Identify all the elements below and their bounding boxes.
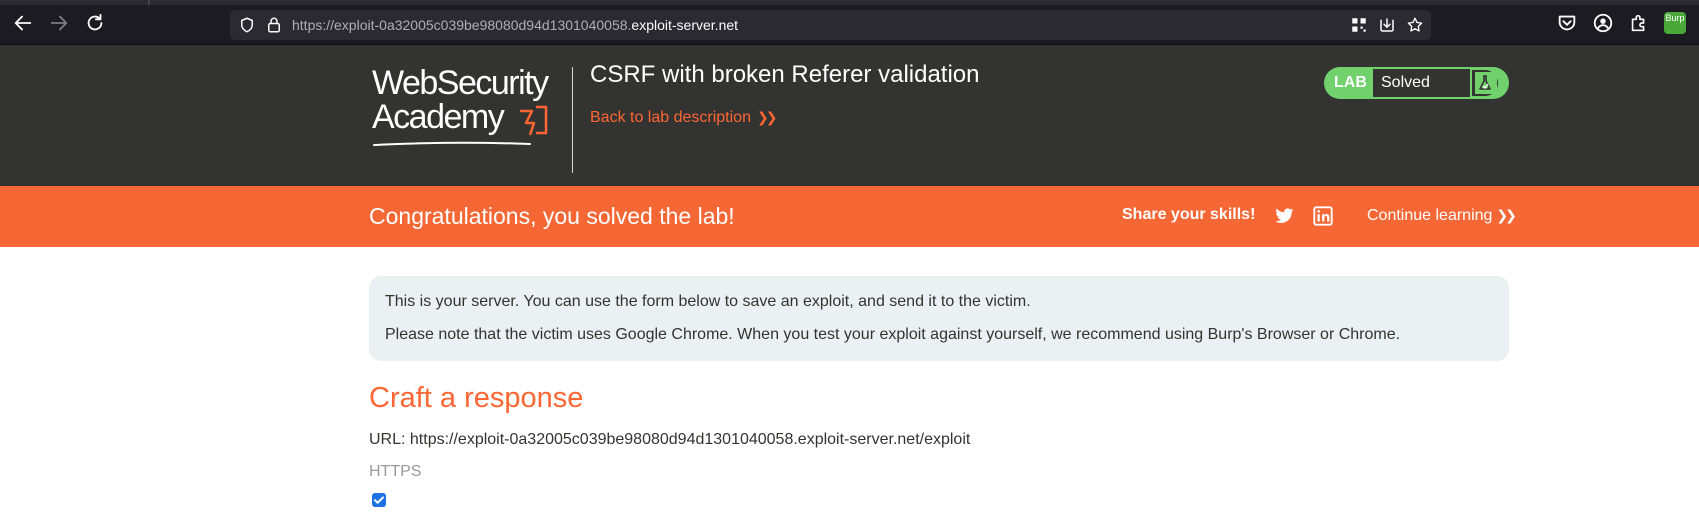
arrow-left-icon [14, 15, 32, 31]
url-prefix: https://exploit-0a32005c039be98080d94d13… [292, 17, 632, 33]
exploit-url-text: URL: https://exploit-0a32005c039be98080d… [369, 431, 971, 448]
https-checkbox[interactable] [372, 493, 386, 507]
lab-title: CSRF with broken Referer validation [590, 61, 980, 88]
congratulations-banner: Congratulations, you solved the lab! Sha… [0, 186, 1699, 247]
burp-extension-icon[interactable]: Burp [1664, 12, 1686, 34]
arrow-right-icon [50, 15, 68, 31]
tab-separator [148, 0, 150, 5]
congratulations-message: Congratulations, you solved the lab! [369, 203, 735, 229]
double-chevron-right-icon: ❯❯ [756, 109, 778, 125]
back-link-label: Back to lab description [590, 109, 751, 126]
back-button[interactable] [12, 12, 34, 34]
back-to-lab-description-link[interactable]: Back to lab description ❯❯ [590, 109, 778, 127]
academy-header: WebSecurity Academy CSRF with broken Ref… [0, 45, 1699, 186]
browser-toolbar: https://exploit-0a32005c039be98080d94d13… [0, 0, 1699, 45]
logo-line1: WebSecurity [372, 64, 549, 102]
twitter-icon[interactable] [1273, 205, 1295, 227]
forward-button[interactable] [48, 12, 70, 34]
linkedin-icon[interactable] [1312, 205, 1334, 227]
continue-learning-link[interactable]: Continue learning ❯❯ [1367, 207, 1517, 225]
puzzle-icon[interactable] [1628, 12, 1650, 34]
craft-response-heading: Craft a response [369, 382, 584, 414]
lab-status-badge: LAB Solved [1324, 67, 1509, 99]
logo-line2: Academy [372, 98, 505, 136]
logo-bolt-icon [520, 105, 548, 136]
url-text[interactable]: https://exploit-0a32005c039be98080d94d13… [292, 16, 738, 34]
burp-ext-label: Burp [1665, 13, 1685, 23]
checkmark-icon [374, 496, 384, 504]
star-icon[interactable] [1406, 16, 1424, 34]
double-chevron-right-icon: ❯❯ [1496, 207, 1517, 223]
header-divider [572, 67, 573, 173]
continue-learning-label: Continue learning [1367, 207, 1493, 224]
qr-grid-icon[interactable] [1350, 16, 1368, 34]
lock-icon[interactable] [265, 16, 283, 34]
logo-underline [373, 141, 531, 146]
info-line-2: Please note that the victim uses Google … [385, 326, 1401, 343]
share-skills-label: Share your skills! [1122, 206, 1256, 223]
https-label: HTTPS [369, 463, 422, 480]
info-line-1: This is your server. You can use the for… [385, 293, 1031, 310]
pocket-icon[interactable] [1556, 12, 1578, 34]
flask-icon [1472, 70, 1498, 96]
web-security-academy-logo[interactable]: WebSecurity Academy [372, 65, 572, 177]
server-info-box: This is your server. You can use the for… [369, 276, 1509, 361]
tab-strip [0, 0, 1699, 5]
lab-status-text: Solved [1373, 69, 1470, 97]
reload-icon [87, 13, 103, 31]
account-icon[interactable] [1592, 12, 1614, 34]
reload-button[interactable] [84, 12, 106, 34]
address-bar[interactable]: https://exploit-0a32005c039be98080d94d13… [230, 10, 1431, 40]
tray-download-icon[interactable] [1378, 16, 1396, 34]
shield-icon[interactable] [238, 16, 256, 34]
lab-tag: LAB [1334, 74, 1367, 91]
url-host: exploit-server.net [631, 17, 739, 33]
